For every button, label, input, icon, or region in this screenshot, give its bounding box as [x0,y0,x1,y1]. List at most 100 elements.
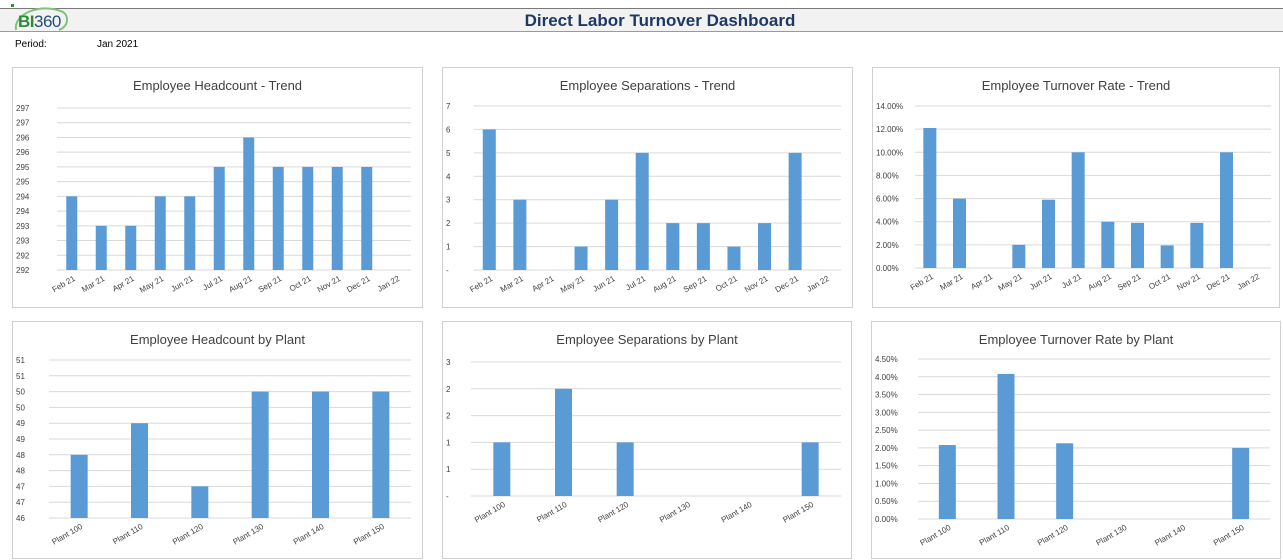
chart-panel-separations-plant: Employee Separations by Plant -1 1 2 2 3 Plan… [442,321,852,559]
x-tick-label: May 21 [559,274,587,295]
y-tick-label: 1 [446,438,451,447]
y-tick-label: 51 [16,372,25,381]
y-tick-label: 48 [16,467,25,476]
bar [251,391,269,518]
bar [513,199,527,270]
page-title: Direct Labor Turnover Dashboard [524,11,796,30]
x-tick-label: Plant 120 [171,522,205,547]
x-tick-label: Oct 21 [714,274,739,294]
y-tick-label: 2 [446,385,451,394]
bar [70,454,88,518]
y-tick-label: 297 [16,104,30,113]
x-tick-label: Plant 130 [658,500,692,525]
x-tick-label: Plant 100 [50,522,84,547]
y-tick-label: 292 [16,266,30,275]
bar [312,391,329,518]
bar [1012,244,1026,268]
bar [66,196,78,270]
y-tick-label: 293 [16,222,30,231]
y-tick-label: 49 [16,419,25,428]
bar [758,223,772,270]
bar [1131,222,1144,268]
x-tick-label: Plant 110 [978,523,1012,548]
y-tick-label: 1 [446,465,451,474]
bar [1160,245,1174,268]
bar [331,166,343,270]
x-tick-label: Jul 21 [201,274,224,293]
y-tick-label: 47 [16,482,25,491]
chart-svg: - 1 2 3 4 5 6 7 Feb 21 Mar 21 Apr 21 May 21 Jun 21 Ju… [446,102,841,295]
x-tick-label: Apr 21 [969,272,994,292]
bar [666,223,680,270]
y-tick-label: 12.00% [876,125,903,134]
x-tick-label: Plant 130 [1095,523,1129,548]
y-tick-label: 50 [16,388,25,397]
bar [243,137,255,270]
bar [997,373,1015,519]
chart-panel-turnover-trend: Employee Turnover Rate - Trend 0.00% 2.00… [872,67,1280,308]
y-tick-label: 50 [16,403,25,412]
y-tick-label: 1.00% [875,479,898,488]
bar [727,246,741,270]
y-tick-label: 3.00% [875,408,898,417]
y-tick-label: 4.00% [875,373,898,382]
x-tick-label: Plant 100 [473,500,507,525]
y-tick-label: 295 [16,163,30,172]
bar [372,391,390,518]
y-tick-label: 295 [16,178,30,187]
y-tick-label: 7 [446,102,451,111]
bar [184,196,196,270]
y-tick-label: 5 [446,149,451,158]
bar [272,166,284,270]
bar [1190,222,1204,268]
y-tick-label: 49 [16,435,25,444]
bar [801,442,819,496]
x-tick-label: Plant 140 [720,500,754,525]
bar [1232,447,1250,519]
x-tick-label: Dec 21 [345,274,372,295]
x-tick-label: Feb 21 [51,274,78,295]
bar [696,223,710,270]
bar [302,166,314,270]
bar [953,198,966,268]
x-tick-label: Feb 21 [468,274,495,295]
y-tick-label: 296 [16,133,30,142]
y-tick-label: 10.00% [876,148,903,157]
chart-panel-separations-trend: Employee Separations - Trend -1 2 3 4 5 6 7 Feb… [442,67,853,308]
y-tick-label: 2 [446,412,451,421]
x-tick-label: Oct 21 [1147,272,1172,292]
period-value: Jan 2021 [97,39,139,50]
y-tick-label: 4.50% [875,355,898,364]
x-tick-label: Plant 110 [111,522,145,547]
x-tick-label: Nov 21 [1175,272,1202,293]
period-label: Period: [15,39,47,50]
y-tick-label: 2.00% [875,444,898,453]
y-tick-label: 47 [16,498,25,507]
x-tick-label: Plant 150 [352,522,386,547]
x-tick-label: Plant 100 [919,523,953,548]
bar [923,127,937,268]
y-tick-label: - [446,492,449,501]
x-tick-label: Aug 21 [1086,272,1113,293]
chart-svg: 0.00% 0.50% 1.00% 1.50% 2.00% 2.50% 3.00% 3.50%… [875,355,1270,548]
bar [616,442,634,496]
x-tick-label: Apr 21 [531,274,556,294]
x-tick-label: Mar 21 [80,274,107,295]
chart-svg: - 1 1 2 2 3 Plant 100 Plant 110 Plant 120 Plant 1… [446,358,841,525]
x-tick-label: Jan 22 [376,274,402,294]
x-tick-label: Sep 21 [682,274,709,295]
y-tick-label: 8.00% [876,171,899,180]
y-tick-label: 6 [446,125,451,134]
y-tick-label: - [446,266,449,275]
x-tick-label: Plant 120 [596,500,630,525]
x-tick-label: Plant 120 [1036,523,1070,548]
x-tick-label: Plant 150 [1212,523,1246,548]
bar [1071,152,1085,268]
x-tick-label: Jun 21 [169,274,195,294]
y-tick-label: 296 [16,148,30,157]
bar [95,225,107,270]
x-tick-label: Jul 21 [1060,272,1083,291]
bar [1101,221,1115,268]
bar [361,166,373,270]
chart-panel-headcount-trend: Employee Headcount - Trend 292 292 293 293 2… [12,67,423,308]
